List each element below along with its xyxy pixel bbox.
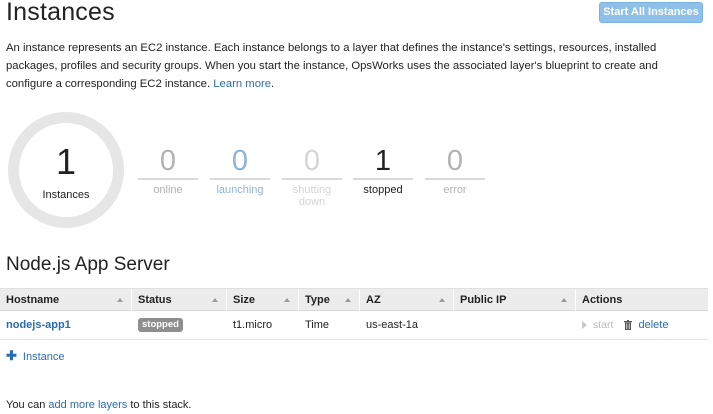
column-header-status[interactable]: Status <box>132 289 227 311</box>
column-header-actions: Actions <box>576 289 708 311</box>
stat-divider <box>210 178 270 180</box>
add-more-layers-link[interactable]: add more layers <box>48 399 127 411</box>
sort-ascending-icon[interactable] <box>117 298 123 302</box>
total-instances-label: Instances <box>42 189 90 201</box>
cell-type: Time <box>305 319 330 331</box>
stat-online-label: online <box>153 184 183 196</box>
sort-ascending-icon[interactable] <box>212 298 218 302</box>
sort-ascending-icon[interactable] <box>284 298 290 302</box>
footer-suffix: to this stack. <box>130 399 192 411</box>
stat-stopped-count: 1 <box>374 145 392 177</box>
column-header-type[interactable]: Type <box>299 289 360 311</box>
add-instance-label: Instance <box>22 351 65 363</box>
stat-launching-label: launching <box>216 184 264 196</box>
footer-text: You can add more layers to this stack. <box>6 399 192 411</box>
status-badge: stopped <box>138 318 183 333</box>
column-header-label: Status <box>138 294 172 306</box>
stat-error-label: error <box>443 184 467 196</box>
stat-launching: 0 launching <box>208 144 272 196</box>
cell-public-ip <box>454 311 576 339</box>
cell-size: t1.micro <box>233 319 273 331</box>
column-header-label: Size <box>233 294 256 306</box>
add-instance-button[interactable]: ✚ Instance <box>6 348 65 364</box>
column-header-size[interactable]: Size <box>227 289 299 311</box>
stat-shutting-down-count: 0 <box>303 145 321 177</box>
sort-ascending-icon[interactable] <box>439 298 445 302</box>
stat-stopped: 1 stopped <box>351 144 415 196</box>
footer-prefix: You can <box>6 399 46 411</box>
stat-error-count: 0 <box>446 145 464 177</box>
column-header-public-ip[interactable]: Public IP <box>454 289 576 311</box>
stat-stopped-label: stopped <box>363 184 403 196</box>
sort-ascending-icon[interactable] <box>345 298 351 302</box>
stat-divider <box>425 178 485 180</box>
page-title: Instances <box>6 0 115 26</box>
table-header-row: Hostname Status Size Type AZ Public IP A… <box>0 288 708 311</box>
table-row: nodejs-app1 stopped t1.micro Time us-eas… <box>0 311 708 340</box>
stat-shutting-down-label: shutting down <box>292 184 332 208</box>
column-header-az[interactable]: AZ <box>360 289 454 311</box>
total-instances-count: 1 <box>55 141 77 182</box>
stat-divider <box>138 178 198 180</box>
stat-online: 0 online <box>136 144 200 196</box>
cell-hostname: nodejs-app1 <box>0 311 132 339</box>
stat-divider <box>353 178 413 180</box>
layer-title: Node.js App Server <box>6 254 170 275</box>
hostname-link[interactable]: nodejs-app1 <box>6 319 71 331</box>
cell-actions: start delete <box>576 311 708 339</box>
stat-launching-count: 0 <box>231 145 249 177</box>
intro-text: An instance represents an EC2 instance. … <box>6 42 658 90</box>
stat-divider <box>282 178 342 180</box>
intro-suffix: . <box>271 78 275 90</box>
column-header-label: Public IP <box>460 294 507 306</box>
play-icon <box>582 321 587 330</box>
stat-online-count: 0 <box>159 145 177 177</box>
stat-error: 0 error <box>423 144 487 196</box>
column-header-label: Actions <box>582 294 623 306</box>
total-instances-ring: 1 Instances <box>8 112 124 228</box>
stat-shutting-down: 0 shutting down <box>280 144 344 208</box>
column-header-label: Type <box>305 294 330 306</box>
plus-icon: ✚ <box>6 348 17 363</box>
column-header-label: AZ <box>366 294 381 306</box>
cell-status: stopped <box>132 311 227 339</box>
start-all-instances-button[interactable]: Start All Instances <box>599 2 703 23</box>
column-header-label: Hostname <box>6 294 60 306</box>
start-action: start <box>593 319 614 331</box>
sort-ascending-icon[interactable] <box>561 298 567 302</box>
intro-paragraph: An instance represents an EC2 instance. … <box>6 39 706 93</box>
learn-more-link[interactable]: Learn more <box>213 78 271 90</box>
trash-icon[interactable] <box>624 320 633 331</box>
cell-az: us-east-1a <box>366 319 418 331</box>
instances-table: Hostname Status Size Type AZ Public IP A… <box>0 288 708 340</box>
column-header-hostname[interactable]: Hostname <box>0 289 132 311</box>
delete-action[interactable]: delete <box>638 319 668 331</box>
